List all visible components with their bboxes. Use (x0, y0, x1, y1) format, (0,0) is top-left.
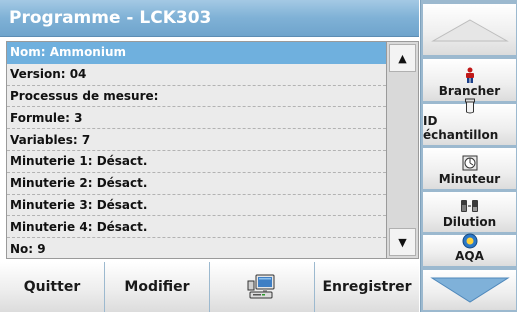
aqa-label: AQA (455, 249, 484, 263)
arrow-down-icon (429, 277, 510, 303)
aqa-button[interactable]: AQA (423, 233, 516, 266)
computer-button[interactable] (210, 262, 314, 312)
list-item-formula[interactable]: Formule: 3 (7, 107, 386, 130)
page-up-button[interactable] (423, 4, 516, 55)
list-item-timer-3[interactable]: Minuterie 3: Désact. (7, 195, 386, 217)
scroll-down-button[interactable]: ▼ (389, 228, 416, 256)
timer-button[interactable]: Minuteur (423, 148, 516, 189)
list-item-measure-process[interactable]: Processus de mesure: (7, 86, 386, 108)
list-scrollbar[interactable]: ▲ ▼ (387, 41, 419, 259)
timer-icon (462, 155, 477, 171)
list-item-timer-4[interactable]: Minuterie 4: Désact. (7, 216, 386, 239)
connect-label: Brancher (438, 84, 501, 98)
list-item-variables[interactable]: Variables: 7 (7, 129, 386, 151)
triangle-down-icon: ▼ (398, 235, 407, 249)
scroll-up-button[interactable]: ▲ (389, 44, 416, 72)
connect-button[interactable]: Brancher (423, 59, 516, 101)
list-item-name[interactable]: Nom: Ammonium (7, 42, 386, 64)
person-icon (465, 67, 474, 83)
right-sidebar: Brancher ID échantillon Minuteur Dilutio… (420, 0, 517, 312)
list-item-timer-1[interactable]: Minuterie 1: Désact. (7, 151, 386, 173)
list-item-number[interactable]: No: 9 (7, 238, 386, 260)
program-screen: Programme - LCK303 Nom: Ammonium Version… (0, 0, 517, 312)
arrow-up-icon (430, 18, 509, 41)
sample-vial-icon (464, 98, 475, 114)
sample-id-label: ID échantillon (423, 114, 499, 142)
bottom-toolbar: Quitter Modifier Enregistrer (0, 262, 419, 312)
computer-icon (247, 274, 275, 299)
sample-id-button[interactable]: ID échantillon (423, 98, 516, 145)
page-down-button[interactable] (423, 270, 516, 310)
list-item-timer-2[interactable]: Minuterie 2: Désact. (7, 173, 386, 195)
list-item-version[interactable]: Version: 04 (7, 64, 386, 86)
dilution-icon (460, 200, 478, 212)
quality-assurance-icon (462, 233, 477, 249)
timer-label: Minuteur (438, 172, 501, 186)
triangle-up-icon: ▲ (398, 51, 407, 65)
save-button[interactable]: Enregistrer (315, 262, 419, 312)
dilution-button[interactable]: Dilution (423, 192, 516, 232)
modify-button[interactable]: Modifier (105, 262, 209, 312)
program-info-list: Nom: Ammonium Version: 04 Processus de m… (6, 41, 387, 259)
quit-button[interactable]: Quitter (0, 262, 104, 312)
page-title: Programme - LCK303 (0, 0, 419, 37)
dilution-label: Dilution (442, 215, 497, 229)
